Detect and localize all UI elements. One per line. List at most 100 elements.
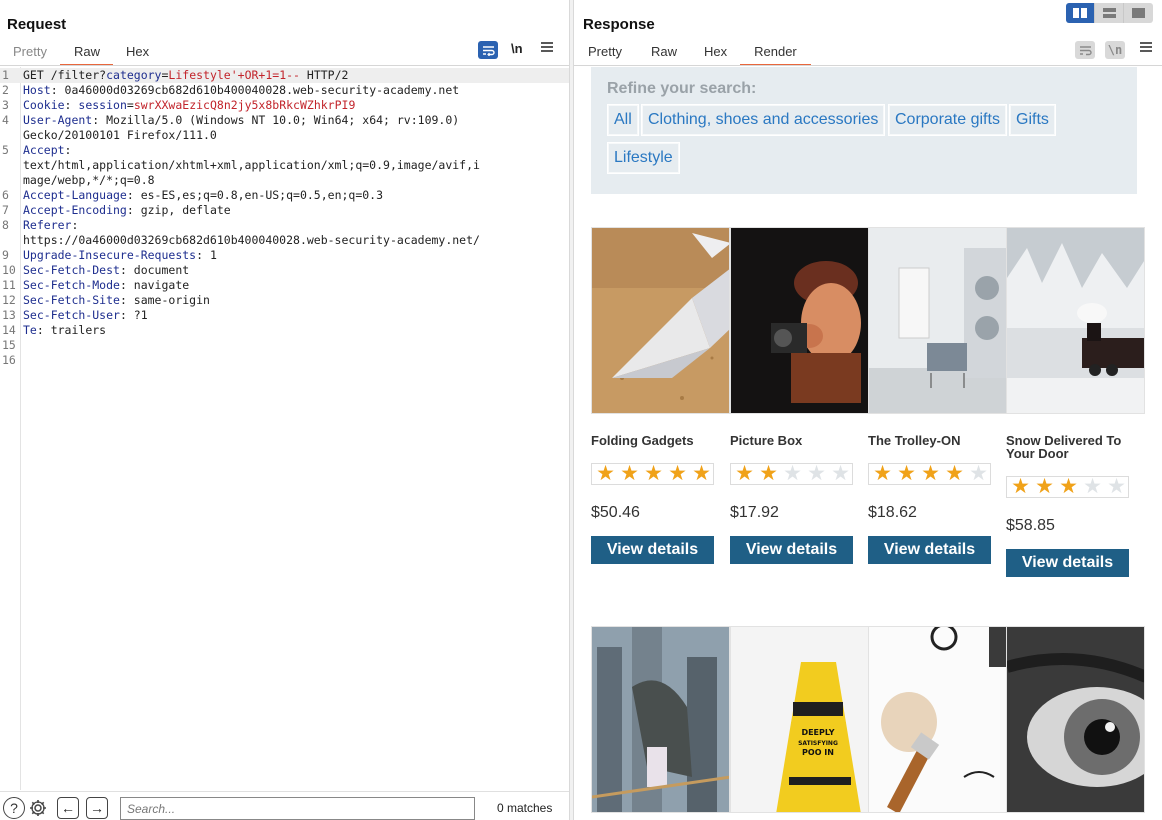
code-line[interactable]: https://0a46000d03269cb682d610b400040028… <box>0 233 569 248</box>
svg-text:DEEPLY: DEEPLY <box>801 728 834 737</box>
code-line[interactable]: Gecko/20100101 Firefox/111.0 <box>0 128 569 143</box>
next-arrow-icon[interactable]: → <box>86 797 108 819</box>
code-line[interactable]: 11 Sec-Fetch-Mode: navigate <box>0 278 569 293</box>
folding-gadgets-image[interactable] <box>591 227 730 414</box>
empty-star-icon: ★ <box>1083 475 1102 498</box>
tab-raw[interactable]: Raw <box>59 44 113 66</box>
view-details-button[interactable]: View details <box>730 536 853 564</box>
line-content: Host: 0a46000d03269cb682d610b400040028.w… <box>23 83 459 98</box>
line-number: 3 <box>2 98 9 112</box>
filled-star-icon: ★ <box>620 462 639 485</box>
line-number: 16 <box>2 353 16 367</box>
caution-sign-image[interactable]: DEEPLY SATISFYING POO IN <box>730 626 869 813</box>
product-card: Picture Box ★ ★ ★ ★ ★ $17.92 View details <box>730 227 869 587</box>
text-segment: text/html,application/xhtml+xml,applicat… <box>23 158 480 172</box>
wrap-lines-icon[interactable] <box>478 41 498 59</box>
filled-star-icon: ★ <box>945 462 964 485</box>
tab-hex[interactable]: Hex <box>691 44 740 66</box>
stacked-layout-icon[interactable] <box>1095 3 1124 23</box>
header-name: Upgrade-Insecure-Requests <box>23 248 197 262</box>
layout-toggle <box>1066 3 1153 23</box>
side-by-side-layout-icon[interactable] <box>1066 3 1095 23</box>
filled-star-icon: ★ <box>873 462 892 485</box>
empty-star-icon: ★ <box>969 462 988 485</box>
code-line[interactable]: text/html,application/xhtml+xml,applicat… <box>0 158 569 173</box>
code-line[interactable]: 2 Host: 0a46000d03269cb682d610b400040028.… <box>0 83 569 98</box>
tab-raw[interactable]: Raw <box>635 44 691 66</box>
line-number: 10 <box>2 263 16 277</box>
picture-box-image[interactable] <box>730 227 869 414</box>
line-content: Accept: <box>23 143 71 158</box>
previous-arrow-icon[interactable]: ← <box>57 797 79 819</box>
line-number: 6 <box>2 188 9 202</box>
rating-stars: ★ ★ ★ ★ ★ <box>591 463 714 485</box>
category-gifts[interactable]: Gifts <box>1009 104 1056 136</box>
category-all[interactable]: All <box>607 104 639 136</box>
refine-search-panel: Refine your search: All Clothing, shoes … <box>591 67 1137 194</box>
code-line[interactable]: 8 Referer: <box>0 218 569 233</box>
category-clothing[interactable]: Clothing, shoes and accessories <box>641 104 886 136</box>
line-number: 1 <box>2 68 9 82</box>
response-tabs: Pretty Raw Hex Render <box>575 44 811 66</box>
header-name: Referer <box>23 218 72 232</box>
tab-hex[interactable]: Hex <box>113 44 162 66</box>
code-line[interactable]: 1 GET /filter?category=Lifestyle'+OR+1=1-… <box>0 68 569 83</box>
view-details-button[interactable]: View details <box>591 536 714 564</box>
newline-toggle[interactable]: \n <box>1105 41 1125 59</box>
newline-toggle[interactable]: \n <box>511 41 523 59</box>
line-content: Accept-Encoding: gzip, deflate <box>23 203 231 218</box>
trolley-image[interactable] <box>868 227 1007 414</box>
line-content: Te: trailers <box>23 323 106 338</box>
line-content: User-Agent: Mozilla/5.0 (Windows NT 10.0… <box>23 113 459 128</box>
product-card: Snow Delivered To Your Door ★ ★ ★ ★ ★ $58.85… <box>1006 227 1145 607</box>
filled-star-icon: ★ <box>644 462 663 485</box>
wrap-lines-icon[interactable] <box>1075 41 1095 59</box>
code-line[interactable]: 9 Upgrade-Insecure-Requests: 1 <box>0 248 569 263</box>
view-details-button[interactable]: View details <box>1006 549 1129 577</box>
code-line[interactable]: 10 Sec-Fetch-Dest: document <box>0 263 569 278</box>
code-line[interactable]: 16 <box>0 353 569 368</box>
text-segment: : trailers <box>36 323 107 337</box>
gear-icon[interactable] <box>27 797 49 819</box>
code-line[interactable]: 6 Accept-Language: es-ES,es;q=0.8,en-US;q… <box>0 188 569 203</box>
product-price: $18.62 <box>868 504 917 521</box>
line-number: 7 <box>2 203 9 217</box>
code-line[interactable]: 7 Accept-Encoding: gzip, deflate <box>0 203 569 218</box>
hamburger-menu-icon[interactable] <box>1140 41 1152 59</box>
code-line[interactable]: 4 User-Agent: Mozilla/5.0 (Windows NT 10.… <box>0 113 569 128</box>
request-pane: Request Pretty Raw Hex \n 1 GET /filter?c… <box>0 0 569 820</box>
view-details-button[interactable]: View details <box>868 536 991 564</box>
response-title: Response <box>583 16 655 33</box>
filled-star-icon: ★ <box>1011 475 1030 498</box>
help-icon[interactable]: ? <box>3 797 25 819</box>
snow-train-image[interactable] <box>1006 227 1145 414</box>
category-corporate-gifts[interactable]: Corporate gifts <box>888 104 1007 136</box>
text-segment: Gecko/20100101 Firefox/111.0 <box>23 128 217 142</box>
text-segment: : <box>64 98 79 112</box>
tab-render[interactable]: Render <box>740 44 811 66</box>
tabbed-layout-icon[interactable] <box>1124 3 1153 23</box>
search-input[interactable] <box>120 797 475 820</box>
text-segment: : 0a46000d03269cb682d610b400040028.web-s… <box>50 83 460 97</box>
makeup-brush-image[interactable] <box>868 626 1007 813</box>
tab-pretty[interactable]: Pretty <box>575 44 635 66</box>
eye-closeup-image[interactable] <box>1006 626 1145 813</box>
filled-star-icon: ★ <box>921 462 940 485</box>
tab-pretty[interactable]: Pretty <box>0 44 60 66</box>
code-line[interactable]: 5 Accept: <box>0 143 569 158</box>
product-card: The Trolley-ON ★ ★ ★ ★ ★ $18.62 View details <box>868 227 1007 587</box>
category-lifestyle[interactable]: Lifestyle <box>607 142 680 174</box>
skyscraper-image[interactable] <box>591 626 730 813</box>
hamburger-menu-icon[interactable] <box>541 41 553 59</box>
request-editor[interactable]: 1 GET /filter?category=Lifestyle'+OR+1=1-… <box>0 67 569 790</box>
line-content: mage/webp,*/*;q=0.8 <box>23 173 155 188</box>
code-line[interactable]: 13 Sec-Fetch-User: ?1 <box>0 308 569 323</box>
code-line[interactable]: 15 <box>0 338 569 353</box>
code-line[interactable]: 3 Cookie: session=swrXXwaEzicQ8n2jy5x8bRk… <box>0 98 569 113</box>
filled-star-icon: ★ <box>897 462 916 485</box>
header-name: Sec-Fetch-User <box>23 308 120 322</box>
code-line[interactable]: 14 Te: trailers <box>0 323 569 338</box>
code-line[interactable]: 12 Sec-Fetch-Site: same-origin <box>0 293 569 308</box>
header-name: category <box>106 68 162 82</box>
code-line[interactable]: mage/webp,*/*;q=0.8 <box>0 173 569 188</box>
